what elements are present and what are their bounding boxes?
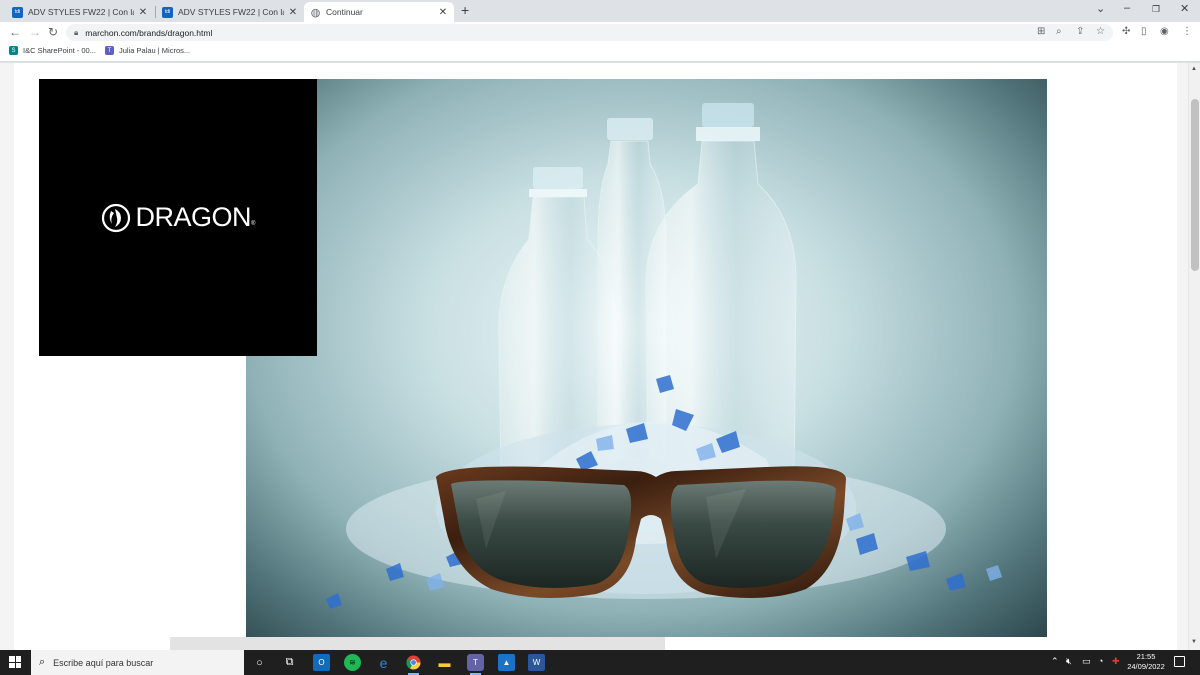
bottles-sunglasses-illustration xyxy=(326,103,1002,609)
cortana-icon[interactable]: ○ xyxy=(251,654,268,671)
profile-avatar-icon[interactable]: ◉ xyxy=(1160,26,1169,37)
dragon-logo[interactable]: DRAGON ® xyxy=(101,202,256,233)
brand-logo-panel: DRAGON ® xyxy=(39,79,317,356)
globe-icon: ◍ xyxy=(310,6,321,19)
chrome-logo-icon xyxy=(406,655,421,670)
sharepoint-icon: S xyxy=(9,46,18,55)
tab-continuar[interactable]: ◍ Continuar ✕ xyxy=(304,2,454,22)
scroll-down-icon[interactable]: ▼ xyxy=(1191,639,1197,645)
scrollbar-thumb[interactable] xyxy=(1191,99,1199,271)
windows-start-icon[interactable] xyxy=(9,656,21,668)
spotify-icon[interactable]: ≋ xyxy=(344,654,361,671)
mute-speaker-icon[interactable]: 🔇︎ xyxy=(1066,656,1072,667)
new-tab-button[interactable]: + xyxy=(461,2,469,18)
scroll-up-icon[interactable]: ▲ xyxy=(1191,66,1197,72)
chevron-down-icon[interactable]: ⌄ xyxy=(1096,2,1105,15)
photos-icon[interactable]: ▲ xyxy=(498,654,515,671)
chevron-up-icon[interactable]: ⌃ xyxy=(1051,656,1059,667)
close-tab-icon[interactable]: ✕ xyxy=(138,7,148,18)
more-menu-icon[interactable]: ⋮ xyxy=(1182,26,1192,37)
hero-image xyxy=(246,79,1047,637)
content-section-edge xyxy=(170,637,665,650)
browser-tab-strip: tdi ADV STYLES FW22 | Con la tecno ✕ tdi… xyxy=(0,0,1200,22)
tab-title: Continuar xyxy=(326,7,363,17)
notifications-icon[interactable] xyxy=(1174,656,1185,667)
chrome-icon[interactable] xyxy=(405,654,422,675)
battery-icon[interactable]: ▭ xyxy=(1082,656,1091,667)
bookmarks-bar: S I&C SharePoint - 00... T Julia Palau |… xyxy=(0,43,1200,62)
brand-name: DRAGON xyxy=(135,202,252,232)
outlook-icon[interactable]: O xyxy=(313,654,330,671)
network-icon[interactable]: ◔ xyxy=(1098,656,1103,666)
page-viewport: DRAGON ® ▲ ▼ xyxy=(0,63,1200,650)
tab-favicon-icon: tdi xyxy=(12,6,23,18)
lock-icon: 🔒︎ xyxy=(74,27,79,37)
minimize-icon[interactable]: – xyxy=(1124,2,1130,14)
task-view-icon[interactable]: ⧉ xyxy=(281,654,298,671)
bookmark-label: I&C SharePoint - 00... xyxy=(23,46,96,55)
dragon-emblem-icon xyxy=(101,203,130,232)
bookmark-sharepoint[interactable]: S I&C SharePoint - 00... xyxy=(9,46,96,55)
address-bar[interactable]: 🔒︎ marchon.com/brands/dragon.html xyxy=(66,24,1113,41)
bookmark-label: Julia Palau | Micros... xyxy=(119,46,191,55)
share-icon[interactable]: ⇪ xyxy=(1076,26,1084,37)
system-clock[interactable]: 21:55 24/09/2022 xyxy=(1126,652,1166,672)
side-panel-icon[interactable]: ▯ xyxy=(1141,26,1147,37)
edge-icon[interactable]: e xyxy=(375,654,392,671)
file-explorer-icon[interactable]: ▬ xyxy=(436,654,453,671)
tab-adv-styles-1[interactable]: tdi ADV STYLES FW22 | Con la tecno ✕ xyxy=(6,2,154,22)
tab-title: ADV STYLES FW22 | Con la tecno xyxy=(178,7,284,17)
page-scrollbar[interactable]: ▲ ▼ xyxy=(1188,63,1200,650)
url-text: marchon.com/brands/dragon.html xyxy=(85,27,213,38)
windows-taskbar: ⌕ Escribe aquí para buscar ○ ⧉ O ≋ e ▬ T… xyxy=(0,650,1200,675)
translate-icon[interactable]: ⊞ xyxy=(1037,26,1045,37)
clock-date: 24/09/2022 xyxy=(1127,662,1165,671)
restore-icon[interactable]: ❐ xyxy=(1152,4,1160,15)
back-arrow-icon[interactable]: ← xyxy=(9,25,21,39)
bookmark-julia-palau[interactable]: T Julia Palau | Micros... xyxy=(105,46,190,55)
zoom-icon[interactable]: ⌕ xyxy=(1056,26,1062,37)
close-window-icon[interactable]: ✕ xyxy=(1180,2,1189,15)
security-alert-icon[interactable]: ✚ xyxy=(1112,656,1120,667)
registered-mark: ® xyxy=(251,221,256,227)
forward-arrow-icon[interactable]: → xyxy=(29,25,41,39)
close-tab-icon[interactable]: ✕ xyxy=(438,7,448,18)
reload-icon[interactable]: ↻ xyxy=(48,25,58,39)
bookmark-star-icon[interactable]: ☆ xyxy=(1096,26,1105,37)
taskbar-search-box[interactable]: ⌕ Escribe aquí para buscar xyxy=(31,650,244,675)
extensions-icon[interactable]: ✣ xyxy=(1122,26,1130,37)
page-content: DRAGON ® xyxy=(14,63,1177,650)
clock-time: 21:55 xyxy=(1136,652,1156,661)
teams-icon[interactable]: T xyxy=(467,654,484,675)
teams-icon: T xyxy=(105,46,114,55)
search-placeholder: Escribe aquí para buscar xyxy=(53,657,154,668)
tab-adv-styles-2[interactable]: tdi ADV STYLES FW22 | Con la tecno ✕ xyxy=(156,2,304,22)
close-tab-icon[interactable]: ✕ xyxy=(288,7,298,18)
search-icon: ⌕ xyxy=(39,656,46,668)
tab-favicon-icon: tdi xyxy=(162,6,173,18)
tab-title: ADV STYLES FW22 | Con la tecno xyxy=(28,7,134,17)
browser-toolbar: ← → ↻ 🔒︎ marchon.com/brands/dragon.html … xyxy=(0,22,1200,43)
word-icon[interactable]: W xyxy=(528,654,545,671)
